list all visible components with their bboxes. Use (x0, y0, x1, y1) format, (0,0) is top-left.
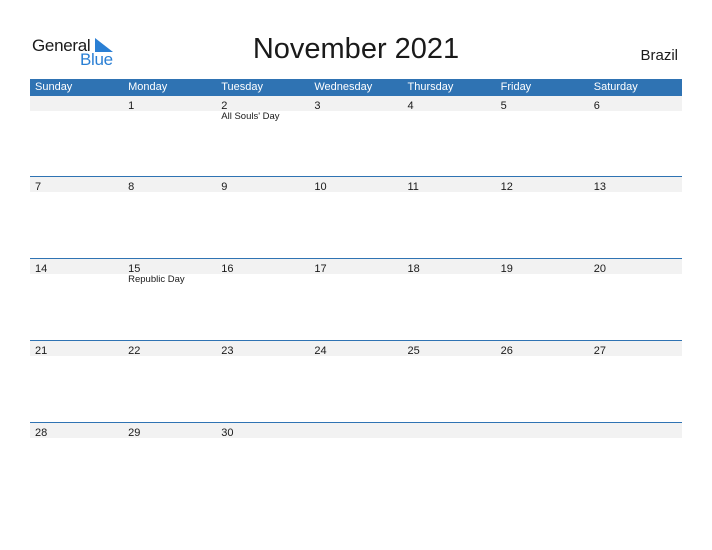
day-cell: 14 (30, 259, 123, 275)
day-cell: 11 (403, 177, 496, 193)
day-number: 12 (500, 181, 513, 193)
weekday-monday: Monday (128, 81, 168, 93)
day-number: 9 (221, 181, 228, 193)
week-row: 21 22 23 24 25 26 27 (30, 340, 682, 422)
day-number: 20 (593, 263, 606, 275)
day-cell (589, 423, 682, 438)
day-number-bar: 14 15 Republic Day 16 17 18 19 20 (30, 259, 682, 285)
day-number: 5 (500, 100, 507, 112)
day-cell: 20 (589, 259, 682, 275)
day-number-bar: 28 29 30 (30, 423, 682, 439)
day-number: 23 (221, 345, 234, 357)
weekday-tuesday: Tuesday (221, 81, 264, 93)
holiday-label: Republic Day (128, 274, 185, 285)
day-cell: 26 (496, 341, 589, 357)
day-number: 4 (407, 100, 414, 112)
day-number: 8 (128, 181, 135, 193)
week-row: 14 15 Republic Day 16 17 18 19 20 (30, 258, 682, 340)
week-row: 1 2 All Souls' Day 3 4 5 6 (30, 96, 682, 176)
week-row: 28 29 30 (30, 422, 682, 504)
holiday-label: All Souls' Day (221, 111, 280, 122)
day-cell: 12 (496, 177, 589, 193)
day-number-bar: 21 22 23 24 25 26 27 (30, 341, 682, 357)
day-cell: 8 (123, 177, 216, 193)
day-number: 18 (407, 263, 420, 275)
day-cell: 24 (309, 341, 402, 357)
day-cell: 1 (123, 96, 216, 112)
day-number: 3 (314, 100, 321, 112)
weekday-wednesday: Wednesday (314, 81, 373, 93)
calendar-title: November 2021 (252, 33, 460, 65)
weekday-thursday: Thursday (407, 81, 454, 93)
day-number: 13 (593, 181, 606, 193)
day-cell: 28 (30, 423, 123, 439)
day-cell (496, 423, 589, 438)
day-cell: 7 (30, 177, 123, 193)
day-number: 29 (128, 427, 141, 439)
day-number: 30 (221, 427, 234, 439)
day-number: 11 (407, 181, 419, 193)
day-number-bar: 7 8 9 10 11 12 13 (30, 177, 682, 193)
day-cell: 29 (123, 423, 216, 439)
country-label: Brazil (640, 47, 678, 64)
day-cell: 10 (309, 177, 402, 193)
day-cell: 18 (403, 259, 496, 275)
day-cell: 23 (216, 341, 309, 357)
day-cell: 3 (309, 96, 402, 112)
day-cell: 16 (216, 259, 309, 275)
day-cell (309, 423, 402, 438)
weekday-saturday: Saturday (593, 81, 638, 93)
day-cell: 9 (216, 177, 309, 193)
day-number: 21 (35, 345, 48, 357)
day-number: 17 (314, 263, 327, 275)
day-number: 22 (128, 345, 141, 357)
day-number: 24 (314, 345, 327, 357)
day-cell: 22 (123, 341, 216, 357)
day-cell: 4 (403, 96, 496, 112)
day-number: 16 (221, 263, 234, 275)
day-cell: 27 (589, 341, 682, 357)
day-cell (403, 423, 496, 438)
day-number: 19 (500, 263, 513, 275)
day-cell: 15 Republic Day (123, 259, 216, 285)
day-number: 27 (593, 345, 606, 357)
day-number-bar: 1 2 All Souls' Day 3 4 5 6 (30, 96, 682, 122)
day-cell: 30 (216, 423, 309, 439)
day-number: 1 (128, 100, 135, 112)
weekday-header: Sunday Monday Tuesday Wednesday Thursday… (30, 79, 682, 96)
day-number: 14 (35, 263, 48, 275)
day-cell: 13 (589, 177, 682, 193)
day-number: 10 (314, 181, 327, 193)
day-number: 28 (35, 427, 48, 439)
day-cell: 17 (309, 259, 402, 275)
day-number: 6 (593, 100, 600, 112)
day-cell (30, 96, 123, 111)
weekday-sunday: Sunday (35, 81, 73, 93)
day-cell: 5 (496, 96, 589, 112)
day-number: 7 (35, 181, 42, 193)
day-cell: 19 (496, 259, 589, 275)
calendar-grid: Sunday Monday Tuesday Wednesday Thursday… (30, 79, 682, 504)
day-number: 26 (500, 345, 513, 357)
day-cell: 6 (589, 96, 682, 112)
day-cell: 2 All Souls' Day (216, 96, 309, 122)
weeks-container: 1 2 All Souls' Day 3 4 5 6 7 8 9 10 11 12 13 14 15 Repub… (30, 96, 682, 504)
week-row: 7 8 9 10 11 12 13 (30, 176, 682, 258)
day-number: 25 (407, 345, 420, 357)
weekday-friday: Friday (500, 81, 532, 93)
day-cell: 21 (30, 341, 123, 357)
day-cell: 25 (403, 341, 496, 357)
